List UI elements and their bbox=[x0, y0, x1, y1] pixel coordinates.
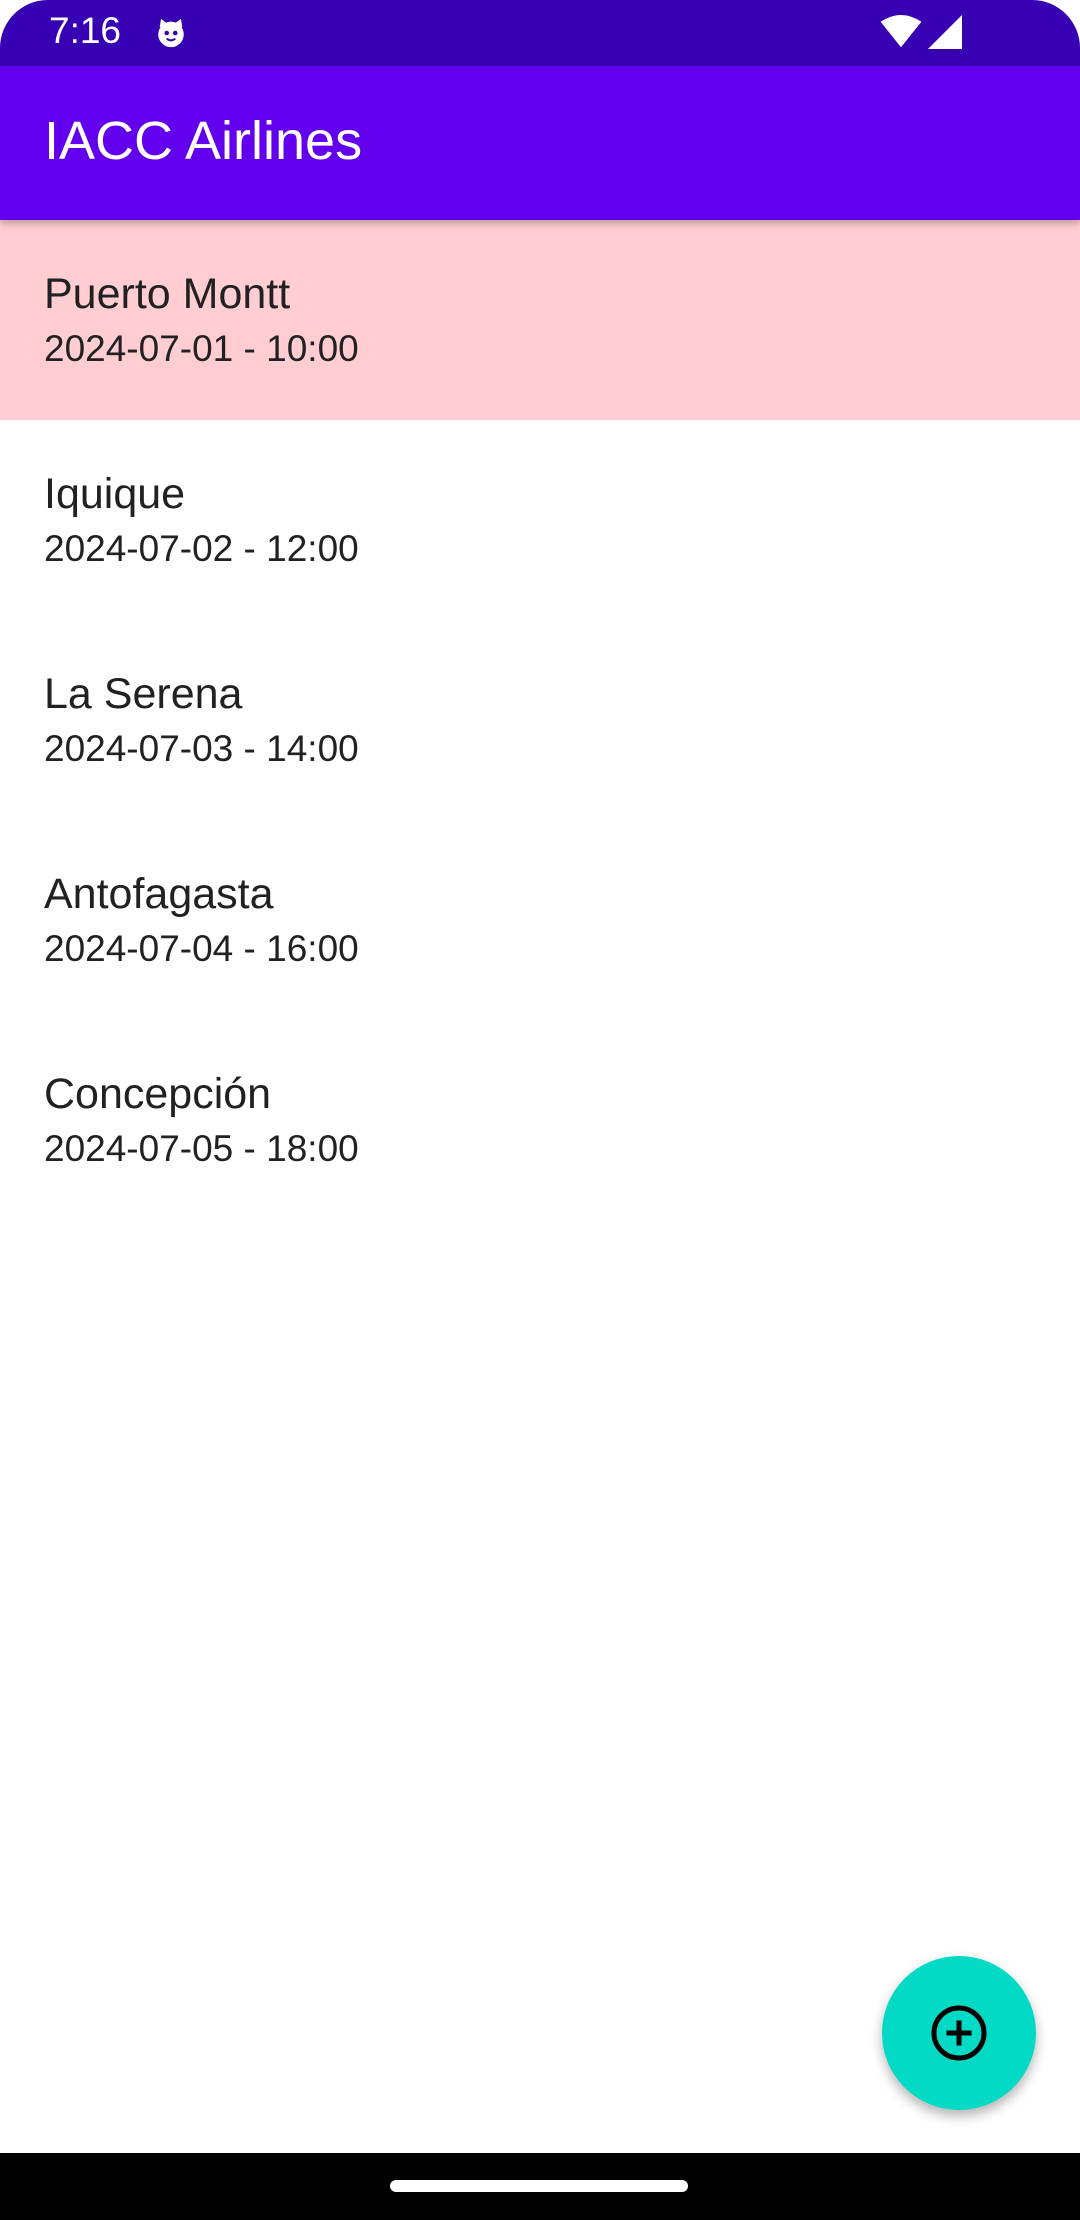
flight-datetime: 2024-07-04 - 16:00 bbox=[44, 928, 359, 969]
flight-item[interactable]: La Serena 2024-07-03 - 14:00 bbox=[0, 620, 1080, 820]
flight-city: Puerto Montt bbox=[44, 270, 291, 318]
flight-city: Iquique bbox=[44, 470, 186, 518]
flight-city: La Serena bbox=[44, 670, 243, 718]
signal-icon bbox=[928, 15, 962, 49]
app-title: IACC Airlines bbox=[44, 111, 363, 171]
app-bar: IACC Airlines bbox=[0, 66, 1080, 220]
flight-item[interactable]: Concepción 2024-07-05 - 18:00 bbox=[0, 1020, 1080, 1220]
add-flight-button[interactable] bbox=[882, 1956, 1036, 2110]
flight-item[interactable]: Iquique 2024-07-02 - 12:00 bbox=[0, 420, 1080, 620]
flight-item[interactable]: Antofagasta 2024-07-04 - 16:00 bbox=[0, 820, 1080, 1020]
add-circle-icon bbox=[931, 2005, 987, 2061]
flight-list: Puerto Montt 2024-07-01 - 10:00 Iquique … bbox=[0, 220, 1080, 1220]
flight-city: Concepción bbox=[44, 1070, 272, 1118]
cat-notification-icon bbox=[158, 18, 184, 48]
status-time: 7:16 bbox=[49, 10, 122, 51]
flight-datetime: 2024-07-02 - 12:00 bbox=[44, 528, 359, 569]
status-bar: 7:16 bbox=[0, 0, 1080, 66]
flight-item[interactable]: Puerto Montt 2024-07-01 - 10:00 bbox=[0, 220, 1080, 420]
home-gesture-handle[interactable] bbox=[390, 2180, 688, 2192]
flight-datetime: 2024-07-01 - 10:00 bbox=[44, 328, 359, 369]
flight-city: Antofagasta bbox=[44, 870, 274, 918]
flight-datetime: 2024-07-05 - 18:00 bbox=[44, 1128, 359, 1169]
wifi-icon bbox=[880, 15, 922, 48]
flight-datetime: 2024-07-03 - 14:00 bbox=[44, 728, 359, 769]
